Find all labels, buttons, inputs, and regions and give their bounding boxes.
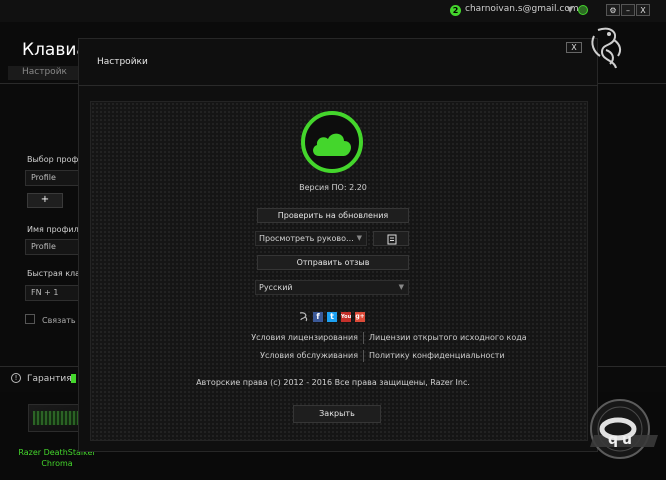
facebook-icon[interactable]: f: [313, 312, 323, 322]
account-dropdown-icon[interactable]: ▼: [567, 5, 573, 14]
svg-text:u: u: [622, 432, 632, 448]
warranty-link[interactable]: Гарантия: [27, 374, 72, 384]
language-dropdown[interactable]: Русский ▼: [255, 280, 409, 295]
tab-settings[interactable]: Настройк: [8, 66, 78, 80]
document-icon: [387, 234, 397, 245]
link-program-label: Связать с: [42, 316, 83, 325]
terms-of-service-link[interactable]: Условия обслуживания: [218, 351, 358, 360]
chevron-down-icon: ▼: [398, 283, 404, 291]
quick-key-select[interactable]: FN + 1: [25, 285, 83, 301]
divider: [363, 332, 364, 344]
quick-key-label: Быстрая клав: [27, 269, 85, 278]
warranty-icon: !: [11, 373, 21, 383]
license-terms-link[interactable]: Условия лицензирования: [218, 333, 358, 342]
svg-text:q: q: [608, 432, 618, 448]
send-feedback-button[interactable]: Отправить отзыв: [257, 255, 409, 270]
dialog-close-button[interactable]: X: [566, 42, 582, 53]
software-version: Версия ПО: 2.20: [299, 183, 367, 192]
add-profile-button[interactable]: +: [27, 193, 63, 208]
guide-dropdown-value: Просмотреть руково...: [259, 234, 354, 243]
privacy-policy-link[interactable]: Политику конфиденциальности: [369, 351, 505, 360]
divider: [363, 350, 364, 362]
divider: [78, 85, 598, 86]
account-email[interactable]: charnoivan.s@gmail.com: [465, 4, 579, 14]
minimize-button[interactable]: –: [621, 4, 635, 16]
chevron-down-icon: ▼: [356, 234, 362, 242]
close-window-button[interactable]: X: [636, 4, 650, 16]
notification-badge[interactable]: 2: [450, 5, 461, 16]
googleplus-icon[interactable]: g+: [355, 312, 365, 322]
link-program-checkbox[interactable]: [25, 314, 35, 324]
close-button[interactable]: Закрыть: [293, 405, 381, 423]
watermark-logo: q u: [590, 399, 658, 459]
dialog-title: Настройки: [97, 57, 148, 67]
cloud-icon: [313, 133, 352, 156]
profile-name-field[interactable]: Profile: [25, 239, 83, 255]
warranty-status-indicator: [71, 374, 76, 383]
language-value: Русский: [259, 283, 293, 292]
twitter-icon[interactable]: t: [327, 312, 337, 322]
guide-dropdown[interactable]: Просмотреть руково... ▼: [255, 231, 367, 246]
online-status-icon: [578, 5, 588, 15]
profile-name-label: Имя профиля: [27, 225, 84, 234]
tab-settings-label: Настройк: [22, 67, 67, 77]
razer-icon[interactable]: [297, 311, 309, 323]
settings-button[interactable]: ⚙: [606, 4, 620, 16]
profile-select-label: Выбор профи: [27, 155, 84, 164]
youtube-icon[interactable]: You: [341, 312, 351, 322]
open-guide-button[interactable]: [373, 231, 409, 246]
copyright-text: Авторские права (c) 2012 - 2016 Все прав…: [196, 378, 470, 387]
razer-logo-icon: [591, 27, 622, 69]
check-updates-button[interactable]: Проверить на обновления: [257, 208, 409, 223]
open-source-licenses-link[interactable]: Лицензии открытого исходного кода: [369, 333, 527, 342]
profile-select[interactable]: Profile: [25, 170, 83, 186]
